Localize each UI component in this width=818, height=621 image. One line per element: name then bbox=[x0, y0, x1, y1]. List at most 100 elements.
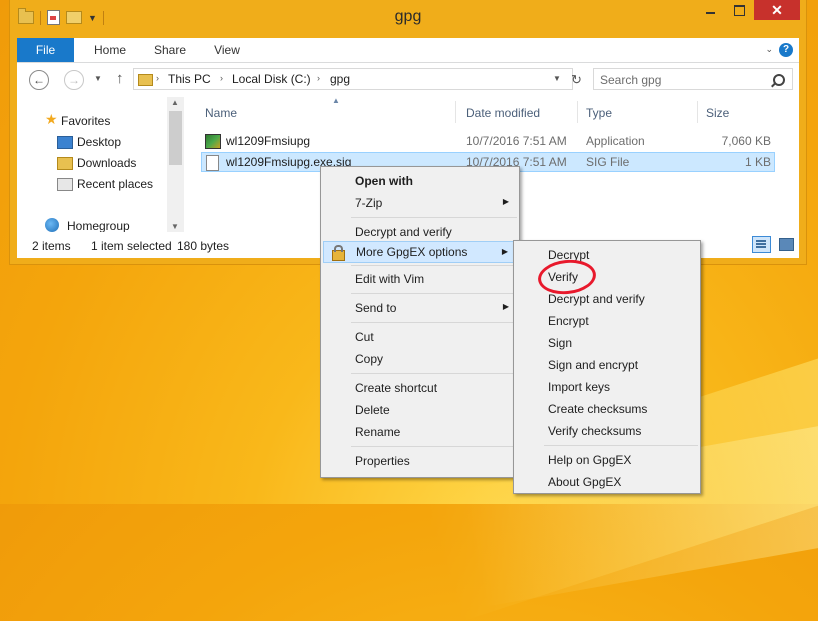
details-view-icon[interactable] bbox=[752, 236, 771, 253]
menu-item-label: Sign bbox=[548, 336, 573, 350]
menu-item-decrypt-verify[interactable]: Decrypt and verify bbox=[323, 221, 517, 243]
menu-item-label: Copy bbox=[355, 352, 384, 366]
maximize-button[interactable] bbox=[725, 0, 754, 20]
breadcrumb-chevron-icon[interactable]: › bbox=[317, 73, 320, 83]
menu-item-label: Sign and encrypt bbox=[548, 358, 639, 372]
submenu-arrow-icon: ▶ bbox=[502, 197, 509, 206]
back-button[interactable]: ← bbox=[29, 70, 49, 90]
forward-button[interactable]: → bbox=[64, 70, 84, 90]
up-arrow-icon[interactable]: ↑ bbox=[116, 70, 124, 87]
menu-item-rename[interactable]: Rename bbox=[323, 421, 517, 443]
nav-item-recent-places[interactable]: Recent places bbox=[77, 177, 153, 191]
menu-item-open-with[interactable]: Open with bbox=[323, 170, 517, 192]
navigation-pane: ★ Favorites Desktop Downloads Recent pla… bbox=[17, 97, 167, 233]
column-header-type[interactable]: Type bbox=[586, 106, 612, 120]
menu-item-copy[interactable]: Copy bbox=[323, 348, 517, 370]
file-size: 1 KB bbox=[744, 155, 771, 169]
close-icon: ✕ bbox=[771, 1, 783, 18]
homegroup-icon bbox=[45, 218, 59, 232]
menu-item-label: Verify checksums bbox=[548, 424, 642, 438]
menu-item-properties[interactable]: Properties bbox=[323, 450, 517, 472]
submenu-arrow-icon: ▶ bbox=[501, 247, 508, 256]
divider bbox=[544, 445, 698, 446]
menu-item-cut[interactable]: Cut bbox=[323, 326, 517, 348]
nav-pane-scrollbar[interactable]: ▲ ▼ bbox=[167, 97, 184, 232]
window-controls: ✕ bbox=[696, 0, 800, 20]
menu-item-label: Decrypt and verify bbox=[355, 225, 452, 239]
nav-item-desktop[interactable]: Desktop bbox=[77, 135, 121, 149]
divider bbox=[577, 101, 578, 123]
breadcrumb-chevron-icon[interactable]: › bbox=[220, 73, 223, 83]
menu-item-label: Rename bbox=[355, 425, 401, 439]
menu-item-help-on-gpgex[interactable]: Help on GpgEX bbox=[516, 449, 698, 471]
recent-places-icon bbox=[57, 178, 73, 191]
nav-item-homegroup[interactable]: Homegroup bbox=[67, 219, 130, 233]
breadcrumb-gpg[interactable]: gpg bbox=[330, 72, 350, 86]
menu-item-delete[interactable]: Delete bbox=[323, 399, 517, 421]
divider bbox=[351, 373, 517, 374]
file-type: Application bbox=[586, 134, 645, 148]
address-history-chevron-icon[interactable]: ▼ bbox=[553, 74, 561, 83]
column-header-name[interactable]: Name bbox=[205, 106, 237, 120]
recent-locations-chevron-icon[interactable]: ▼ bbox=[94, 74, 102, 83]
minimize-button[interactable] bbox=[696, 0, 725, 20]
scroll-up-icon[interactable]: ▲ bbox=[171, 98, 179, 107]
help-icon[interactable]: ? bbox=[779, 43, 793, 57]
divider bbox=[455, 101, 456, 123]
refresh-icon[interactable]: ↻ bbox=[571, 72, 582, 88]
tab-share[interactable]: Share bbox=[145, 38, 195, 62]
navigation-bar: ← → ▼ ↑ › This PC › Local Disk (C:) › gp… bbox=[17, 63, 799, 97]
expand-ribbon-chevron-icon[interactable]: ⌄ bbox=[765, 44, 773, 55]
tab-home[interactable]: Home bbox=[85, 38, 135, 62]
menu-item-7zip[interactable]: 7-Zip ▶ bbox=[323, 192, 517, 214]
menu-item-label: Encrypt bbox=[548, 314, 589, 328]
breadcrumb-chevron-icon[interactable]: › bbox=[156, 73, 159, 83]
menu-item-about-gpgex[interactable]: About GpgEX bbox=[516, 471, 698, 493]
menu-item-send-to[interactable]: Send to ▶ bbox=[323, 297, 517, 319]
large-icons-view-icon[interactable] bbox=[778, 236, 794, 251]
breadcrumb-local-disk[interactable]: Local Disk (C:) bbox=[232, 72, 311, 86]
menu-item-create-checksums[interactable]: Create checksums bbox=[516, 398, 698, 420]
desktop-icon bbox=[57, 136, 73, 149]
tab-file[interactable]: File bbox=[17, 38, 74, 62]
back-arrow-icon: ← bbox=[33, 73, 45, 87]
menu-item-encrypt[interactable]: Encrypt bbox=[516, 310, 698, 332]
search-input[interactable]: Search gpg bbox=[600, 73, 661, 87]
tab-view[interactable]: View bbox=[202, 38, 252, 62]
divider bbox=[351, 322, 517, 323]
window-title: gpg bbox=[394, 8, 422, 25]
table-row[interactable]: wl1209Fmsiupg 10/7/2016 7:51 AM Applicat… bbox=[201, 131, 775, 151]
nav-item-downloads[interactable]: Downloads bbox=[77, 156, 136, 170]
menu-item-label: About GpgEX bbox=[548, 475, 622, 489]
application-icon bbox=[205, 134, 221, 149]
menu-item-create-shortcut[interactable]: Create shortcut bbox=[323, 377, 517, 399]
breadcrumb-this-pc[interactable]: This PC bbox=[168, 72, 211, 86]
menu-item-label: Cut bbox=[355, 330, 374, 344]
address-bar[interactable]: › This PC › Local Disk (C:) › gpg ▼ ↻ bbox=[133, 68, 582, 90]
divider bbox=[351, 293, 517, 294]
nav-item-favorites[interactable]: Favorites bbox=[61, 114, 110, 128]
menu-item-label: Help on GpgEX bbox=[548, 453, 632, 467]
menu-item-verify-checksums[interactable]: Verify checksums bbox=[516, 420, 698, 442]
downloads-icon bbox=[57, 157, 73, 170]
file-name: wl1209Fmsiupg bbox=[226, 134, 311, 148]
scrollbar-thumb[interactable] bbox=[169, 111, 182, 165]
submenu-arrow-icon: ▶ bbox=[502, 302, 509, 311]
menu-item-sign-and-encrypt[interactable]: Sign and encrypt bbox=[516, 354, 698, 376]
minimize-icon bbox=[706, 12, 715, 14]
scroll-down-icon[interactable]: ▼ bbox=[171, 222, 179, 231]
menu-item-import-keys[interactable]: Import keys bbox=[516, 376, 698, 398]
menu-item-more-gpgex-options[interactable]: More GpgEX options ▶ bbox=[323, 241, 517, 263]
menu-item-decrypt-and-verify[interactable]: Decrypt and verify bbox=[516, 288, 698, 310]
menu-item-label: Create shortcut bbox=[355, 381, 438, 395]
menu-item-decrypt[interactable]: Decrypt bbox=[516, 244, 698, 266]
search-box[interactable]: Search gpg bbox=[593, 68, 793, 90]
menu-item-label: Delete bbox=[355, 403, 390, 417]
menu-item-sign[interactable]: Sign bbox=[516, 332, 698, 354]
menu-item-edit-with-vim[interactable]: Edit with Vim bbox=[323, 268, 517, 290]
column-header-size[interactable]: Size bbox=[706, 106, 729, 120]
column-header-date[interactable]: Date modified bbox=[466, 106, 540, 120]
menu-item-label: Import keys bbox=[548, 380, 611, 394]
close-button[interactable]: ✕ bbox=[754, 0, 800, 20]
search-icon bbox=[773, 74, 785, 86]
